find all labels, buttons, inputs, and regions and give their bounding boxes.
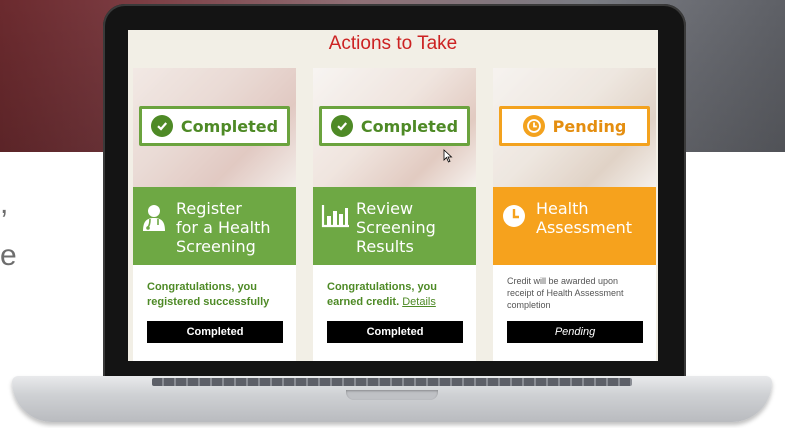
clock-icon (522, 115, 545, 137)
completed-button[interactable]: Completed (147, 321, 283, 343)
card-title: Review Screening Results (356, 199, 436, 256)
card-message: Credit will be awarded upon receipt of H… (507, 276, 624, 310)
card-title: Register for a Health Screening (176, 199, 271, 256)
status-label: Completed (180, 116, 279, 136)
action-card-review-results: Completed Review Screening Results Congr… (313, 68, 476, 361)
card-title: Health Assessment (536, 199, 632, 237)
status-label: Pending (552, 116, 627, 136)
action-card-health-assessment: Pending Health Assessment Credit will be… (493, 68, 656, 361)
laptop-keyboard (152, 378, 632, 386)
status-label: Completed (360, 116, 459, 136)
status-badge: Pending (499, 106, 650, 146)
side-text-fragment: , e (0, 178, 30, 282)
clock-icon (501, 203, 527, 233)
card-message: Congratulations, you registered successf… (147, 281, 270, 308)
page-title: Actions to Take (328, 33, 458, 54)
laptop-screen: Actions to Take Completed Register for a… (128, 30, 658, 361)
action-card-register: Completed Register for a Health Screenin… (133, 68, 296, 361)
check-circle-icon (330, 115, 353, 137)
side-text-line: e (0, 239, 17, 272)
laptop-notch (346, 390, 438, 400)
card-banner[interactable]: Register for a Health Screening (133, 187, 296, 265)
card-banner[interactable]: Review Screening Results (313, 187, 476, 265)
pending-button[interactable]: Pending (507, 321, 643, 343)
completed-button[interactable]: Completed (327, 321, 463, 343)
check-circle-icon (150, 115, 173, 137)
bar-chart-icon (321, 203, 349, 233)
status-badge: Completed (139, 106, 290, 146)
laptop-base (12, 376, 772, 422)
card-message: Congratulations, you earned credit. Deta… (327, 280, 467, 310)
card-banner[interactable]: Health Assessment (493, 187, 656, 265)
status-badge: Completed (319, 106, 470, 146)
doctor-icon (141, 203, 167, 233)
details-link[interactable]: Details (402, 296, 436, 308)
side-text-line: , (0, 187, 9, 220)
mouse-cursor-icon (443, 149, 453, 163)
